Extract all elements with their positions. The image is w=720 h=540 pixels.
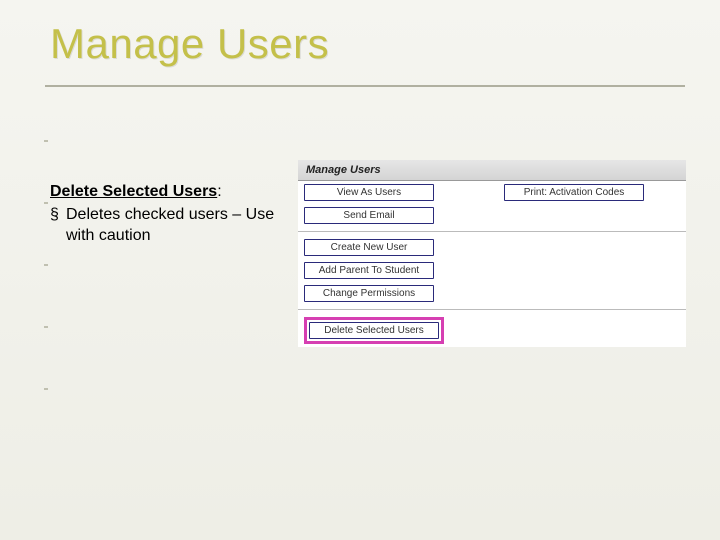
panel-separator [298,309,686,310]
side-ticks [44,140,48,450]
add-parent-to-student-button[interactable]: Add Parent To Student [304,262,434,279]
delete-selected-users-button[interactable]: Delete Selected Users [309,322,439,339]
title-underline [45,85,685,87]
manage-users-panel: Manage Users View As Users Print: Activa… [298,160,686,347]
description-heading: Delete Selected Users: [50,182,290,203]
view-as-users-button[interactable]: View As Users [304,184,434,201]
description-block: Delete Selected Users: Deletes checked u… [50,182,290,246]
description-heading-text: Delete Selected Users [50,183,217,200]
create-new-user-button[interactable]: Create New User [304,239,434,256]
send-email-button[interactable]: Send Email [304,207,434,224]
print-activation-codes-button[interactable]: Print: Activation Codes [504,184,644,201]
panel-header: Manage Users [298,160,686,181]
panel-separator [298,231,686,232]
description-colon: : [217,183,221,200]
description-bullet: Deletes checked users – Use with caution [50,205,290,247]
slide-title: Manage Users [50,20,329,68]
delete-selected-highlight: Delete Selected Users [304,317,444,344]
change-permissions-button[interactable]: Change Permissions [304,285,434,302]
